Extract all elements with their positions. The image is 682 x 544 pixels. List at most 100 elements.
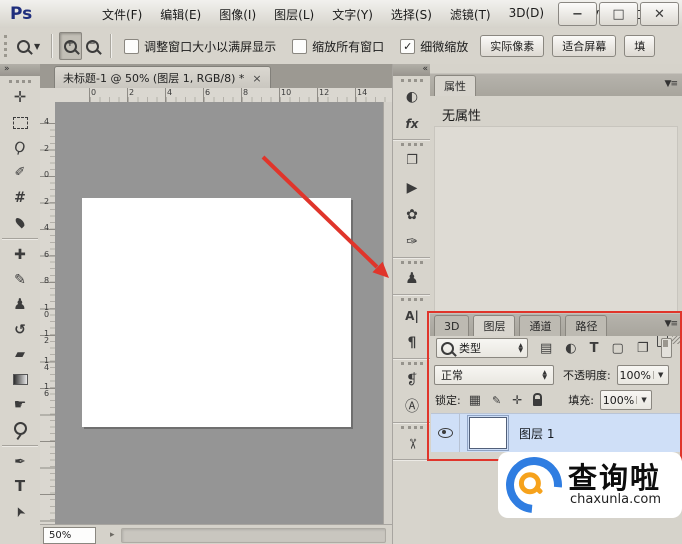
clone-stamp-tool[interactable]: ♟ [0, 292, 40, 317]
rect-marquee-tool[interactable] [0, 110, 40, 135]
eyedropper-tool[interactable] [0, 210, 40, 235]
layer-visibility-toggle[interactable] [431, 414, 460, 452]
document-tab[interactable]: 未标题-1 @ 50% (图层 1, RGB/8) * × [54, 66, 271, 89]
dodge-tool[interactable] [0, 417, 40, 442]
zoom-level-input[interactable]: 50% [43, 527, 96, 544]
window-minimize-button[interactable]: − [558, 2, 597, 26]
filter-toggle-switch[interactable] [661, 338, 672, 358]
menu-item[interactable]: 图像(I) [219, 6, 256, 23]
opacity-dropdown[interactable]: 100% ▼ [617, 365, 669, 385]
document-canvas[interactable] [82, 198, 351, 427]
adjustment-filter-icon[interactable]: ◐ [565, 342, 576, 355]
zoom-in-button[interactable]: + [59, 32, 82, 60]
smart-object-filter-icon[interactable]: ❐ [637, 342, 649, 355]
layer-row[interactable]: 图层 1 [431, 413, 681, 452]
option-checkbox[interactable]: ✓细微缩放 [400, 38, 468, 55]
paragraph-panel-panel-button[interactable]: ¶ [393, 329, 431, 356]
adjustments-panel-button[interactable]: ◐ [393, 83, 431, 110]
menu-item[interactable]: 3D(D) [509, 6, 544, 23]
pixel-filter-icon[interactable]: ▤ [540, 342, 552, 355]
shape-filter-icon[interactable]: ▢ [612, 342, 624, 355]
type-tool[interactable]: T [0, 474, 40, 499]
misc-tools-panel-button[interactable]: ✂ [393, 430, 431, 457]
clone-source-panel-button[interactable]: ♟ [393, 265, 431, 292]
panel-menu-icon[interactable]: ▼≡ [665, 79, 677, 89]
layer-thumbnail[interactable] [469, 417, 507, 449]
filter-type-dropdown[interactable]: 类型 [436, 338, 528, 358]
spot-healing-tool[interactable]: ✚ [0, 242, 40, 267]
styles-panel-button[interactable]: fx [393, 110, 431, 137]
layer-filter-row: 类型 ▤ ◐ T ▢ ❐ [430, 335, 682, 361]
ruler-corner [40, 88, 56, 103]
menu-item[interactable]: 编辑(E) [160, 6, 201, 23]
character-panel-panel-button[interactable]: A| [393, 302, 431, 329]
eraser-tool[interactable]: ▰ [0, 342, 40, 367]
lock-transparency-icon[interactable]: ▦ [469, 394, 481, 407]
actions-panel-button[interactable]: ▶ [393, 174, 431, 201]
panel-dock-collapse[interactable]: « [393, 64, 431, 76]
tools-panel-grip[interactable] [9, 80, 31, 83]
path-selection-tool[interactable]: ➤ [0, 499, 40, 524]
panel-grip[interactable] [401, 261, 423, 264]
menu-item[interactable]: 选择(S) [391, 6, 432, 23]
lock-position-icon[interactable]: ✛ [512, 394, 522, 406]
window-close-button[interactable]: ✕ [640, 2, 679, 26]
gradient-tool[interactable] [0, 367, 40, 392]
tab-图层[interactable]: 图层 [473, 315, 515, 336]
checkbox-icon[interactable] [124, 39, 139, 54]
paragraph-styles-panel-button[interactable]: Ⓐ [393, 393, 431, 420]
quick-selection-tool[interactable]: ✐ [0, 160, 40, 185]
history-brush-tool[interactable]: ↺ [0, 317, 40, 342]
options-button[interactable]: 实际像素 [480, 35, 544, 57]
option-checkbox[interactable]: 缩放所有窗口 [292, 38, 384, 55]
tab-路径[interactable]: 路径 [565, 315, 607, 336]
options-button[interactable]: 填 [624, 35, 655, 57]
panel-grip[interactable] [401, 362, 423, 365]
menu-item[interactable]: 文件(F) [102, 6, 142, 23]
clone-source-icon: ♟ [405, 271, 418, 286]
options-bar: ▼ + − 调整窗口大小以满屏显示缩放所有窗口 ✓细微缩放 实际像素适合屏幕填 [0, 28, 682, 65]
brush-presets-panel-button[interactable]: ✑ [393, 228, 431, 255]
pen-tool[interactable]: ✒ [0, 449, 40, 474]
brush-tool[interactable]: ✎ [0, 267, 40, 292]
menu-item[interactable]: 滤镜(T) [450, 6, 491, 23]
brush-panel-panel-button[interactable]: ❐ [393, 147, 431, 174]
lock-all-icon[interactable] [533, 399, 542, 406]
panel-grip[interactable] [401, 426, 423, 429]
type-filter-icon[interactable]: T [590, 342, 599, 355]
ruler-number: 6 [40, 251, 53, 258]
lasso-tool[interactable]: Ϙ [0, 135, 40, 160]
move-tool[interactable]: ✛ [0, 85, 40, 110]
panel-grip[interactable] [401, 143, 423, 146]
options-bar-grip[interactable] [4, 35, 7, 57]
tab-3D[interactable]: 3D [434, 315, 469, 336]
smudge-tool[interactable]: ☛ [0, 392, 40, 417]
type-tool-icon: T [15, 479, 25, 494]
menu-item[interactable]: 文字(Y) [332, 6, 373, 23]
checkbox-icon[interactable] [292, 39, 307, 54]
ruler-number: 0 [91, 88, 96, 97]
tab-通道[interactable]: 通道 [519, 315, 561, 336]
lock-paint-icon[interactable]: ✎ [492, 395, 501, 406]
crop-tool[interactable]: # [0, 185, 40, 210]
zoom-out-button[interactable]: − [82, 33, 103, 59]
menu-item[interactable]: 图层(L) [274, 6, 314, 23]
fill-dropdown[interactable]: 100% ▼ [600, 390, 652, 410]
panel-menu-icon[interactable]: ▼≡ [665, 319, 677, 329]
window-maximize-button[interactable]: □ [599, 2, 638, 26]
tools-panel-collapse[interactable]: » [0, 64, 40, 76]
character-styles-panel-button[interactable]: ❡ [393, 366, 431, 393]
tool-presets-panel-button[interactable]: ✿ [393, 201, 431, 228]
panel-grip[interactable] [401, 79, 423, 82]
canvas-area[interactable] [55, 102, 383, 524]
checkbox-checked-icon[interactable]: ✓ [400, 39, 415, 54]
status-flyout-icon[interactable]: ▸ [110, 530, 115, 540]
zoom-tool-button[interactable]: ▼ [13, 33, 44, 59]
blend-mode-dropdown[interactable]: 正常 [434, 365, 554, 385]
option-checkbox[interactable]: 调整窗口大小以满屏显示 [124, 38, 276, 55]
close-icon[interactable]: × [252, 72, 261, 85]
horizontal-scrollbar[interactable] [121, 528, 386, 543]
tab-properties[interactable]: 属性 [434, 75, 476, 96]
panel-grip[interactable] [401, 298, 423, 301]
options-button[interactable]: 适合屏幕 [552, 35, 616, 57]
